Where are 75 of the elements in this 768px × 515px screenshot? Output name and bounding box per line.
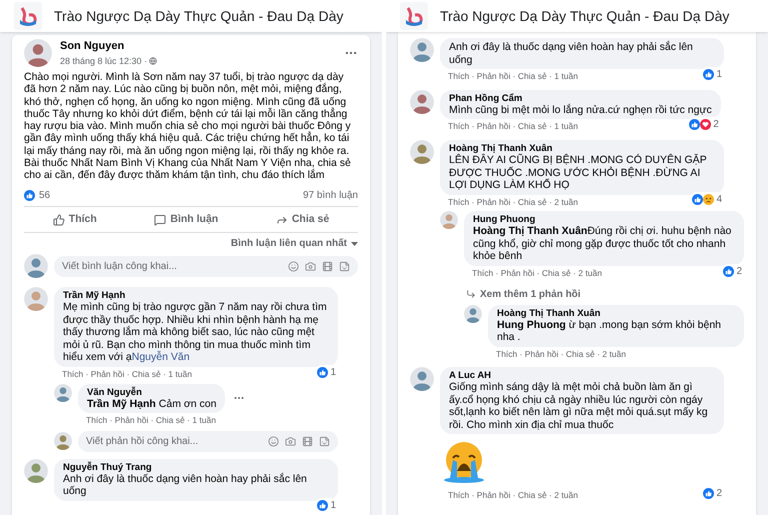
- emoji-icon[interactable]: [268, 436, 279, 447]
- comment-text: Trần Mỹ Hạnh Cảm ơn con: [87, 398, 216, 410]
- comment-meta: Thích · Phản hồi · Chia sẻ · 2 tuần: [496, 348, 626, 360]
- commenter-name[interactable]: Hoàng Thị Thanh Xuân: [449, 143, 715, 154]
- comment-text: Mẹ mình cũng bị trào ngược gần 7 năm nay rồi chưa tìm được thầy thuốc hợp. Nhiều khi nhìn bệnh hành hạ mẹ thấy thương lắm mà không biết sao, lúc nào cũng mệt mỏi ủ rũ. Bạn cho mình thông tin mua thuốc mình tìm hiểu xem với ạNguyễn Văn: [63, 301, 328, 364]
- commenter-name[interactable]: Hung Phuong: [473, 214, 735, 226]
- gif-icon[interactable]: [322, 260, 333, 272]
- reaction-count: 2: [716, 487, 722, 502]
- post-action-button[interactable]: Chia sẻ: [268, 210, 338, 230]
- commenter-name[interactable]: Phan Hồng Cẩm: [449, 92, 712, 104]
- reaction-count: 1: [330, 499, 336, 514]
- reply-arrow-icon: [466, 289, 476, 299]
- more-replies-link[interactable]: Xem thêm 1 phản hồi: [440, 286, 744, 302]
- comment-meta: Thích · Phản hồi · Chia sẻ · 2 tuần: [472, 266, 602, 280]
- comment-meta: Thích · Phản hồi · Chia sẻ · 1 tuần: [448, 70, 578, 83]
- post-action-button[interactable]: Bình luận: [146, 210, 226, 230]
- comment-count[interactable]: 97 bình luận: [302, 188, 358, 203]
- reaction-count: 4: [716, 193, 722, 208]
- author-name[interactable]: Son Nguyen: [60, 38, 336, 54]
- comment-input-field[interactable]: Viết bình luận công khai...: [54, 256, 358, 277]
- reply-input[interactable]: Viết phản hồi công khai...: [86, 434, 268, 449]
- avatar: [410, 367, 434, 392]
- camera-icon[interactable]: [285, 436, 296, 447]
- avatar: [24, 287, 48, 312]
- comment-meta: Thích · Phản hồi · Chia sẻ · 2 tuần: [448, 489, 578, 502]
- comment-meta: Thích · Phản hồi · Chia sẻ · 1 tuần: [448, 120, 578, 133]
- commenter-name[interactable]: Nguyễn Thuý Trang: [63, 462, 329, 473]
- commenter-name[interactable]: Văn Nguyễn: [87, 386, 216, 398]
- reaction-count: 2: [736, 264, 742, 279]
- dropdown-caret-icon: [351, 242, 358, 246]
- commenter-name[interactable]: Hoàng Thị Thanh Xuân: [497, 308, 735, 318]
- avatar: [464, 304, 482, 322]
- emoji-icon[interactable]: [288, 260, 299, 272]
- globe-icon: [149, 57, 158, 66]
- logo-icon[interactable]: [14, 2, 42, 30]
- avatar: [410, 38, 434, 62]
- post-date[interactable]: 28 tháng 8 lúc 12:30 ·: [60, 54, 148, 68]
- comment-text: Anh ơi đây là thuốc dạng viên hoàn hay phải sắc lên uống: [63, 472, 308, 498]
- mention-link[interactable]: Nguyễn Văn: [132, 351, 190, 364]
- comment-text: LÊN ĐÂY AI CŨNG BỊ BỆNH .MONG CÓ DUYÊN GẶP ĐƯỢC THUỐC .MONG ƯỚC KHỎI BỆNH .ĐỪNG AI LỢI DỤNG LÀM KHỔ HỌ: [449, 154, 708, 192]
- comment-sort-menu[interactable]: Bình luận liên quan nhất: [230, 236, 347, 252]
- gif-icon[interactable]: [302, 436, 313, 447]
- post-action-button[interactable]: Thích: [44, 210, 105, 230]
- sticker-icon[interactable]: [339, 260, 350, 272]
- comment-text: Hoàng Thị Thanh XuânĐúng rồi chị ơi. huhu bệnh nào cũng khổ, giờ chỉ mong gặp được thuốc tốt cho nhanh khỏe bênh: [473, 225, 732, 263]
- like-reaction-icon: [24, 190, 35, 201]
- commenter-name[interactable]: Trần Mỹ Hạnh: [63, 290, 329, 302]
- reaction-count: 1: [716, 68, 722, 82]
- reaction-count: 1: [330, 366, 336, 380]
- like-icon: [52, 214, 65, 226]
- reaction-count: 2: [713, 118, 719, 132]
- avatar: [440, 211, 458, 230]
- avatar: [410, 90, 434, 114]
- logo-icon[interactable]: [400, 2, 428, 30]
- comment-text: Anh ơi đây là thuốc dạng viên hoàn hay phải sắc lên uống: [449, 41, 694, 66]
- post-text: Chào mọi người. Mình là Sơn năm nay 37 tuổi, bị trào ngược dạ dày đã hơn 2 năm nay. Lúc nào cũng bị buồn nôn, mệt mỏi, miệng đắng, khó thở, nghẹn cổ họng, ăn uống ko ngon miệng. Mình cũng đã uống thuốc Tây nhưng ko khỏi dứt điểm, bệnh cứ tái lại mỗi lần căng thẳng hay rượu bia vào. Mình muốn chia sẻ cho mọi người bài thuốc Đông y gần đây mình uống thấy khá hiệu quả. Các triệu chứng hết hẳn, ko tái lại mấy tháng nay rồi, mà ăn uống ngon miệng lại, rồi thấy ng khỏe ra. Bài thuốc Nhất Nam Bình Vị Khang của Nhất Nam Y Viện nha, chia sẻ cho ai cần, đến đây được thăm khám tận tình, chu đáo thích lắm: [24, 71, 352, 182]
- avatar: [54, 432, 72, 450]
- reply-input-field[interactable]: Viết phản hồi công khai...: [78, 430, 338, 452]
- avatar: [410, 140, 434, 164]
- avatar: [24, 458, 48, 483]
- comment-text: Giống mình sáng dậy là mệt mỏi chả buồn làm ăn gì ấy.cổ họng khó chịu cả ngày nhiều lúc người còn ngáy sốt,lạnh ko biết nên làm gì nữa mệt mỏi quá.sụt mấy kg rồi. Cho mình xin địa chỉ mua thuốc: [449, 381, 709, 432]
- comment-input[interactable]: Viết bình luận công khai...: [62, 258, 288, 274]
- camera-icon[interactable]: [305, 260, 316, 272]
- comment-meta: Thích · Phản hồi · Chia sẻ · 2 tuần: [448, 196, 578, 208]
- sticker-icon[interactable]: [319, 436, 330, 447]
- avatar: [54, 384, 72, 402]
- avatar: [24, 39, 52, 67]
- commenter-name[interactable]: A Luc AH: [449, 370, 715, 382]
- comment-text: Mình cũng bi mệt mỏi lo lắng nửa.cứ nghẹn rồi tức ngực: [449, 104, 712, 116]
- comment-meta: Thích · Phản hồi · Chia sẻ · 1 tuần: [86, 414, 216, 427]
- avatar: [24, 254, 48, 278]
- comment-icon: [154, 214, 166, 226]
- like-count[interactable]: 56: [39, 188, 50, 203]
- comment-text: Hung Phuong ừ bạn .mong bạn sớm khỏi bệnh nha .: [497, 318, 722, 344]
- comment-meta: Thích · Phản hồi · Chia sẻ · 1 tuần: [62, 368, 192, 381]
